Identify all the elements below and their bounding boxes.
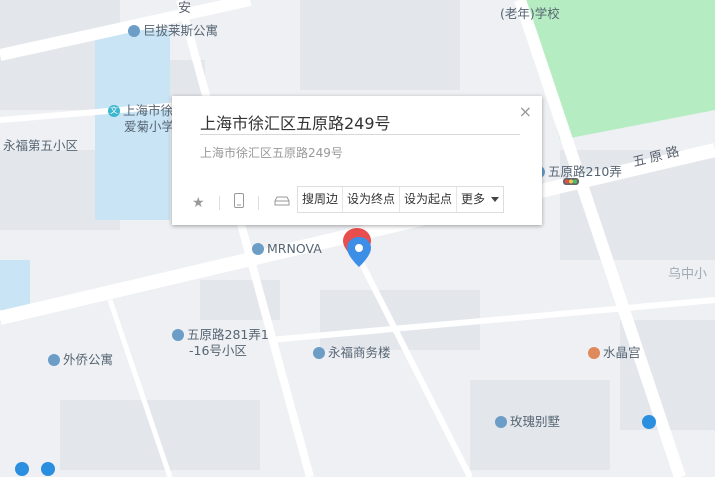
search-nearby-button[interactable]: 搜周边: [298, 187, 344, 212]
phone-icon[interactable]: [233, 193, 244, 212]
location-marker: [343, 228, 371, 267]
poi-elder-school[interactable]: (老年)学校: [500, 7, 560, 21]
traffic-light-icon: [563, 178, 579, 185]
road-label-an: 安: [178, 1, 192, 16]
close-icon[interactable]: ×: [519, 102, 532, 121]
school-icon: 文: [108, 105, 120, 117]
poi-yongfu-business[interactable]: 永福商务楼: [313, 346, 391, 360]
poi-wuyuan-281-cont: -16号小区: [189, 343, 247, 358]
poi-jubalais-apartment[interactable]: 巨拔莱斯公寓: [128, 24, 218, 38]
map-canvas[interactable]: 五 原 路 安 巨拔莱斯公寓 文上海市徐 爱菊小学 永福第五小区 (老年)学校 …: [0, 0, 715, 477]
set-origin-button[interactable]: 设为起点: [400, 187, 458, 212]
chevron-down-icon: [491, 197, 500, 202]
residence-icon: [172, 329, 184, 341]
poi-wuyuan-210[interactable]: 五原路210弄: [533, 165, 622, 179]
poi-shanghai-school[interactable]: 文上海市徐: [108, 104, 173, 118]
apartment-icon: [48, 354, 60, 366]
popup-title: 上海市徐汇区五原路249号: [200, 114, 391, 133]
building-icon: [252, 243, 264, 255]
poi-wuzhong-school: 乌中小: [668, 267, 708, 282]
location-popup: 上海市徐汇区五原路249号 × 上海市徐汇区五原路249号 ★ 搜周边 设为终点…: [172, 96, 542, 225]
popup-icon-group: ★: [192, 193, 291, 212]
star-icon[interactable]: ★: [192, 195, 205, 211]
poi-wuyuan-281[interactable]: 五原路281弄1: [172, 328, 269, 342]
bus-stop-icon[interactable]: [15, 462, 29, 476]
bus-stop-icon[interactable]: [642, 415, 656, 429]
divider: [218, 195, 220, 210]
popup-divider: [200, 134, 520, 135]
more-dropdown[interactable]: 更多: [457, 187, 503, 212]
poi-mrnova[interactable]: MRNOVA: [252, 242, 322, 256]
poi-foreign-apartment[interactable]: 外侨公寓: [48, 353, 113, 367]
map-base: [0, 0, 715, 477]
residence-icon: [495, 416, 507, 428]
restaurant-icon: [588, 347, 600, 359]
poi-yongfu-5th[interactable]: 永福第五小区: [3, 139, 78, 153]
divider: [257, 195, 259, 210]
popup-address: 上海市徐汇区五原路249号: [200, 146, 343, 160]
bus-stop-icon[interactable]: [41, 462, 55, 476]
set-destination-button[interactable]: 设为终点: [343, 187, 401, 212]
poi-aiju-school[interactable]: 爱菊小学: [124, 120, 174, 134]
apartment-icon: [128, 25, 140, 37]
car-icon[interactable]: [273, 195, 291, 211]
poi-rose-villa[interactable]: 玫瑰别墅: [495, 415, 560, 429]
popup-actions: 搜周边 设为终点 设为起点 更多: [297, 186, 505, 213]
poi-crystal-palace[interactable]: 水晶宫: [588, 346, 641, 360]
building-icon: [313, 347, 325, 359]
